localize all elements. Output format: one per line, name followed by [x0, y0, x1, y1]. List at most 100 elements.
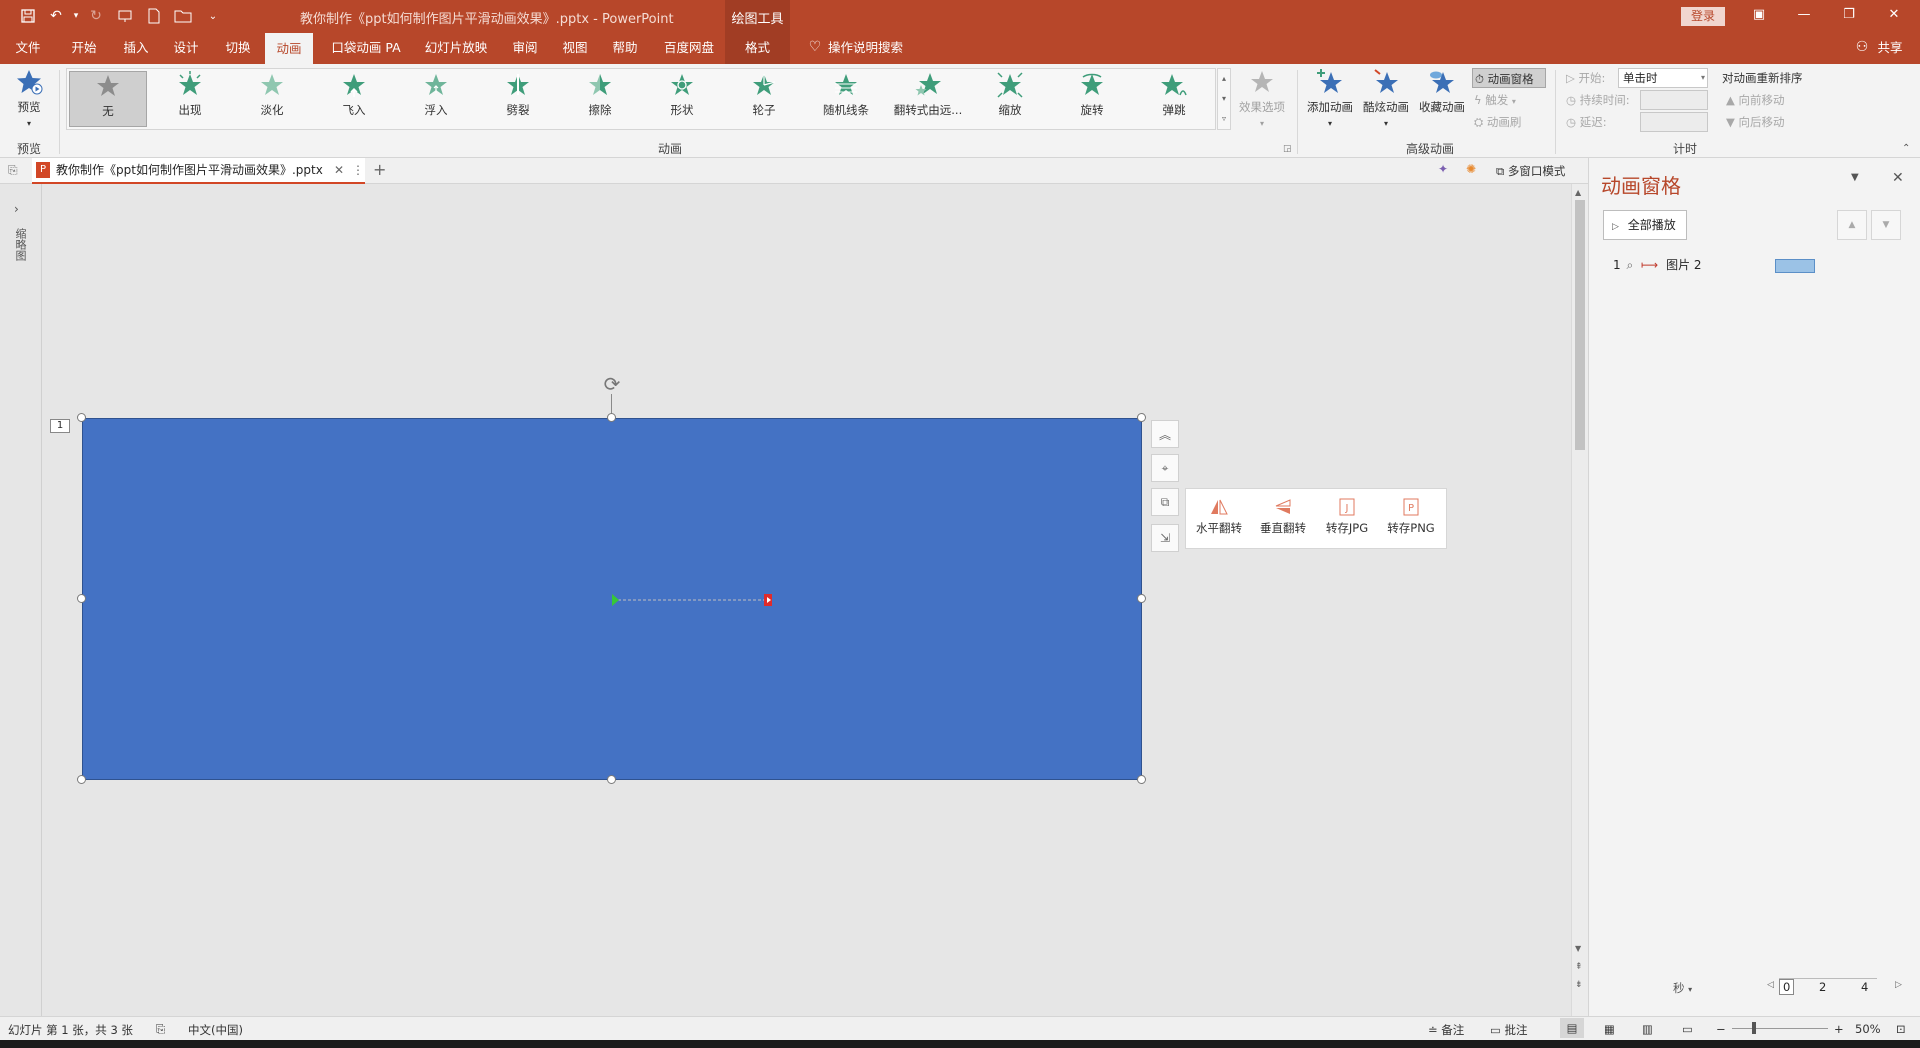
pane-options-dropdown-icon[interactable]: ▼: [1851, 172, 1859, 183]
resize-handle-se[interactable]: [1137, 775, 1146, 784]
comments-button[interactable]: ▭ 批注: [1490, 1022, 1528, 1038]
gallery-item-split[interactable]: 劈裂: [479, 71, 557, 127]
customize-qat-icon[interactable]: ⌄: [203, 6, 223, 26]
fit-to-window-icon[interactable]: ⊡: [1896, 1022, 1906, 1036]
accessibility-icon[interactable]: ⎘: [156, 1022, 165, 1037]
crop-target-icon[interactable]: ⌖: [1151, 454, 1179, 482]
scroll-up-icon[interactable]: ▲: [1575, 188, 1581, 197]
login-button[interactable]: 登录: [1681, 7, 1725, 26]
settings-gear-icon[interactable]: ✺: [1466, 162, 1476, 176]
minimize-icon[interactable]: —: [1793, 7, 1815, 25]
multi-window-button[interactable]: ⧉ 多窗口模式: [1496, 163, 1565, 179]
animation-pane-button[interactable]: ⏱ 动画窗格: [1472, 68, 1546, 88]
zoom-level[interactable]: 50%: [1855, 1022, 1881, 1036]
normal-view-icon[interactable]: ▤: [1560, 1018, 1584, 1038]
tab-baidu-netdisk[interactable]: 百度网盘: [655, 31, 723, 64]
tab-view[interactable]: 视图: [555, 31, 595, 64]
motion-path-start-icon[interactable]: [612, 594, 619, 606]
zoom-slider-thumb[interactable]: [1752, 1022, 1756, 1034]
tab-file[interactable]: 文件: [8, 31, 48, 64]
timeline-scroll-left-icon[interactable]: ◁: [1767, 980, 1774, 990]
pane-move-up-icon[interactable]: ▲: [1837, 210, 1867, 240]
save-png-button[interactable]: P 转存PNG: [1380, 497, 1442, 536]
gallery-item-grow-turn[interactable]: 翻转式由远...: [889, 71, 967, 127]
gallery-item-spin[interactable]: 旋转: [1053, 71, 1131, 127]
add-animation-button[interactable]: 添加动画 ▾: [1302, 68, 1358, 129]
collapse-up-icon[interactable]: ︽: [1151, 420, 1179, 448]
timeline-scroll-right-icon[interactable]: ▷: [1895, 980, 1902, 990]
undo-icon[interactable]: ↶: [46, 6, 66, 26]
rotate-handle-icon[interactable]: ⟳: [600, 372, 624, 396]
tab-transitions[interactable]: 切换: [218, 31, 258, 64]
ribbon-display-options-icon[interactable]: ▣: [1748, 7, 1770, 25]
animation-dialog-launcher-icon[interactable]: ◲: [1283, 144, 1292, 154]
document-tab[interactable]: P 教你制作《ppt如何制作图片平滑动画效果》.pptx ✕ ⋮: [32, 158, 365, 184]
pane-move-down-icon[interactable]: ▼: [1871, 210, 1901, 240]
seconds-dropdown[interactable]: 秒 ▾: [1673, 980, 1692, 996]
zoom-in-icon[interactable]: +: [1834, 1022, 1844, 1036]
effect-options-button[interactable]: 效果选项 ▾: [1234, 68, 1290, 129]
gallery-item-zoom[interactable]: 缩放: [971, 71, 1049, 127]
resize-handle-nw[interactable]: [77, 413, 86, 422]
present-from-start-icon[interactable]: [115, 6, 135, 26]
close-pane-icon[interactable]: ✕: [1892, 170, 1904, 186]
resize-handle-e[interactable]: [1137, 594, 1146, 603]
duration-input[interactable]: [1640, 90, 1708, 110]
tab-help[interactable]: 帮助: [605, 31, 645, 64]
resize-handle-w[interactable]: [77, 594, 86, 603]
redo-icon[interactable]: ↻: [86, 6, 106, 26]
share-button[interactable]: 共享: [1872, 31, 1908, 64]
reading-view-icon[interactable]: ▥: [1642, 1022, 1653, 1036]
new-tab-icon[interactable]: +: [373, 160, 386, 179]
open-folder-icon[interactable]: [173, 6, 193, 26]
undo-dropdown-icon[interactable]: ▾: [66, 6, 86, 26]
save-jpg-button[interactable]: J 转存JPG: [1316, 497, 1378, 536]
slide-counter[interactable]: 幻灯片 第 1 张，共 3 张: [8, 1022, 133, 1038]
close-tab-icon[interactable]: ✕: [334, 158, 344, 182]
collapse-ribbon-icon[interactable]: ⌃: [1902, 143, 1910, 154]
language-indicator[interactable]: 中文(中国): [188, 1022, 243, 1038]
tell-me-search[interactable]: 操作说明搜索: [828, 31, 928, 64]
tab-insert[interactable]: 插入: [116, 31, 156, 64]
previous-slide-icon[interactable]: ⇞: [1575, 962, 1583, 972]
tab-design[interactable]: 设计: [166, 31, 206, 64]
animation-painter-button[interactable]: ⛭ 动画刷: [1474, 112, 1521, 132]
new-file-icon[interactable]: [144, 6, 164, 26]
preview-button[interactable]: 预览 ▾: [8, 68, 50, 129]
trigger-button[interactable]: ϟ 触发 ▾: [1474, 90, 1516, 110]
magic-wand-icon[interactable]: ✦: [1438, 162, 1448, 176]
zoom-slider[interactable]: [1732, 1028, 1828, 1029]
gallery-item-shape[interactable]: 形状: [643, 71, 721, 127]
scroll-thumb[interactable]: [1575, 200, 1585, 450]
tab-menu-icon[interactable]: ⋮: [352, 158, 364, 182]
move-later-button[interactable]: ▼ 向后移动: [1726, 112, 1785, 132]
gallery-item-random-bars[interactable]: 随机线条: [807, 71, 885, 127]
gallery-item-bounce[interactable]: 弹跳: [1135, 71, 1213, 127]
close-window-icon[interactable]: ✕: [1883, 7, 1905, 25]
slide-sorter-icon[interactable]: ▦: [1604, 1022, 1615, 1036]
tab-animations[interactable]: 动画: [265, 33, 313, 64]
gallery-item-fade[interactable]: 淡化: [233, 71, 311, 127]
gallery-item-fly-in[interactable]: 飞入: [315, 71, 393, 127]
slideshow-view-icon[interactable]: ▭: [1682, 1022, 1693, 1036]
resize-arrow-icon[interactable]: ⇲: [1151, 524, 1179, 552]
tab-history-icon[interactable]: ⎘: [8, 163, 18, 178]
notes-button[interactable]: ≐ 备注: [1428, 1022, 1464, 1038]
canvas-vertical-scrollbar[interactable]: ▲ ▼ ⇞ ⇟: [1571, 184, 1588, 1016]
tab-home[interactable]: 开始: [64, 31, 104, 64]
move-earlier-button[interactable]: ▲ 向前移动: [1726, 90, 1785, 110]
tab-review[interactable]: 审阅: [505, 31, 545, 64]
play-all-button[interactable]: ▷ 全部播放: [1603, 210, 1687, 240]
tab-pocket-animation[interactable]: 口袋动画 PA: [326, 31, 406, 64]
arrange-layers-icon[interactable]: ⧉: [1151, 488, 1179, 516]
resize-handle-sw[interactable]: [77, 775, 86, 784]
resize-handle-n[interactable]: [607, 413, 616, 422]
resize-handle-s[interactable]: [607, 775, 616, 784]
animation-list-item[interactable]: 1 ⌕ ⟼ 图片 2: [1613, 254, 1903, 276]
gallery-item-float-in[interactable]: 浮入: [397, 71, 475, 127]
fancy-animation-button[interactable]: 酷炫动画 ▾: [1358, 68, 1414, 129]
gallery-item-wipe[interactable]: 擦除: [561, 71, 639, 127]
save-icon[interactable]: [18, 6, 38, 26]
gallery-item-appear[interactable]: 出现: [151, 71, 229, 127]
gallery-scroll-up-icon[interactable]: ▴: [1218, 69, 1230, 89]
